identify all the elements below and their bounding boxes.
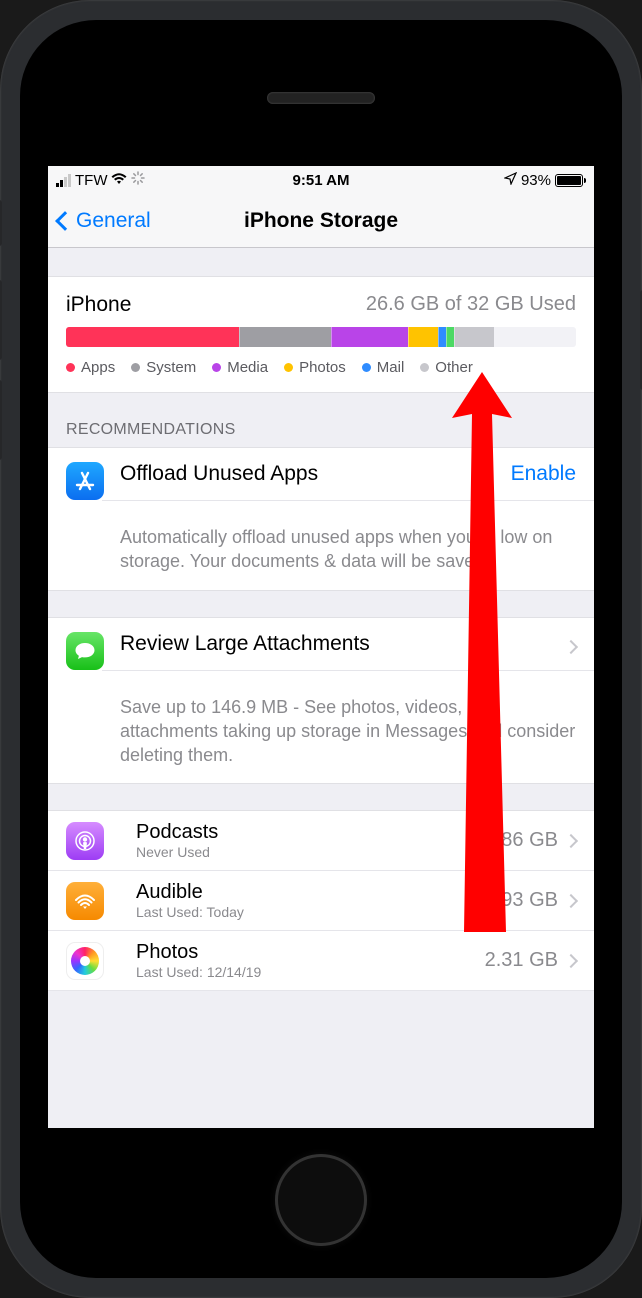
app-sub: Last Used: Today (136, 904, 485, 920)
recommendation-body: Save up to 146.9 MB - See photos, videos… (120, 685, 576, 784)
app-name: Photos (136, 941, 485, 964)
storage-segment-_green (446, 327, 454, 347)
photos-icon (66, 942, 104, 980)
legend-label: Media (227, 359, 268, 376)
legend-item: Photos (284, 359, 346, 376)
battery-icon (555, 174, 586, 187)
volume-down-button (0, 380, 2, 460)
app-name: Podcasts (136, 821, 485, 844)
battery-percent: 93% (521, 172, 551, 189)
storage-segment-mail (438, 327, 446, 347)
recommendation-title: Offload Unused Apps (120, 462, 318, 486)
recommendation-title: Review Large Attachments (120, 632, 370, 656)
recommendation-body: Automatically offload unused apps when y… (120, 515, 576, 590)
legend-dot-icon (362, 363, 371, 372)
page-title: iPhone Storage (244, 209, 398, 233)
earpiece (267, 92, 375, 104)
chevron-right-icon (564, 954, 578, 968)
legend-label: Mail (377, 359, 405, 376)
recommendations-header: RECOMMENDATIONS (48, 393, 594, 447)
recommendation-attachments[interactable]: Review Large Attachments Save up to 146.… (48, 617, 594, 785)
audible-icon (66, 882, 104, 920)
storage-bar (66, 327, 576, 347)
clock: 9:51 AM (293, 172, 350, 189)
device-frame: TFW 9:51 AM 93% (0, 0, 642, 1298)
legend-dot-icon (66, 363, 75, 372)
legend-label: Other (435, 359, 473, 376)
recommendation-offload: Offload Unused Apps Enable Automatically… (48, 447, 594, 591)
legend-label: System (146, 359, 196, 376)
chevron-right-icon (564, 640, 578, 654)
enable-button[interactable]: Enable (511, 462, 576, 486)
messages-icon (66, 632, 104, 670)
app-sub: Never Used (136, 844, 485, 860)
chevron-left-icon (55, 211, 75, 231)
wifi-icon (111, 172, 127, 189)
legend-label: Photos (299, 359, 346, 376)
device-bezel: TFW 9:51 AM 93% (20, 20, 622, 1278)
legend-item: Apps (66, 359, 115, 376)
app-row-podcasts[interactable]: PodcastsNever Used3.86 GB (48, 811, 594, 871)
legend-dot-icon (212, 363, 221, 372)
legend-dot-icon (131, 363, 140, 372)
storage-segment-system (239, 327, 331, 347)
app-list: PodcastsNever Used3.86 GBAudibleLast Use… (48, 810, 594, 991)
app-row-photos[interactable]: PhotosLast Used: 12/14/192.31 GB (48, 931, 594, 991)
chevron-right-icon (564, 894, 578, 908)
app-size: 3.86 GB (485, 829, 558, 852)
legend-dot-icon (420, 363, 429, 372)
legend-item: System (131, 359, 196, 376)
device-label: iPhone (66, 293, 131, 317)
legend-item: Other (420, 359, 473, 376)
mute-switch (0, 200, 2, 246)
legend-label: Apps (81, 359, 115, 376)
loading-icon (131, 171, 145, 189)
podcasts-icon (66, 822, 104, 860)
back-button[interactable]: General (58, 209, 151, 233)
screen: TFW 9:51 AM 93% (48, 166, 594, 1128)
storage-segment-apps (66, 327, 239, 347)
storage-segment-other (454, 327, 495, 347)
chevron-right-icon (564, 834, 578, 848)
app-size: 2.31 GB (485, 949, 558, 972)
nav-bar: General iPhone Storage (48, 194, 594, 248)
legend-item: Media (212, 359, 268, 376)
content-scroll[interactable]: iPhone 26.6 GB of 32 GB Used Apps System M… (48, 248, 594, 1128)
app-sub: Last Used: 12/14/19 (136, 964, 485, 980)
storage-segment-photos (408, 327, 439, 347)
app-name: Audible (136, 881, 485, 904)
back-label: General (76, 209, 151, 233)
status-bar: TFW 9:51 AM 93% (48, 166, 594, 194)
signal-icon (56, 174, 71, 187)
legend-item: Mail (362, 359, 405, 376)
app-size: 2.93 GB (485, 889, 558, 912)
appstore-icon (66, 462, 104, 500)
home-button[interactable] (275, 1154, 367, 1246)
location-icon (504, 172, 517, 189)
carrier-label: TFW (75, 172, 107, 189)
app-row-audible[interactable]: AudibleLast Used: Today2.93 GB (48, 871, 594, 931)
storage-segment-media (331, 327, 408, 347)
storage-legend: Apps System Media Photos Mail Other (48, 359, 594, 392)
storage-used-text: 26.6 GB of 32 GB Used (366, 293, 576, 317)
volume-up-button (0, 280, 2, 360)
legend-dot-icon (284, 363, 293, 372)
storage-summary-card: iPhone 26.6 GB of 32 GB Used Apps System M… (48, 276, 594, 393)
